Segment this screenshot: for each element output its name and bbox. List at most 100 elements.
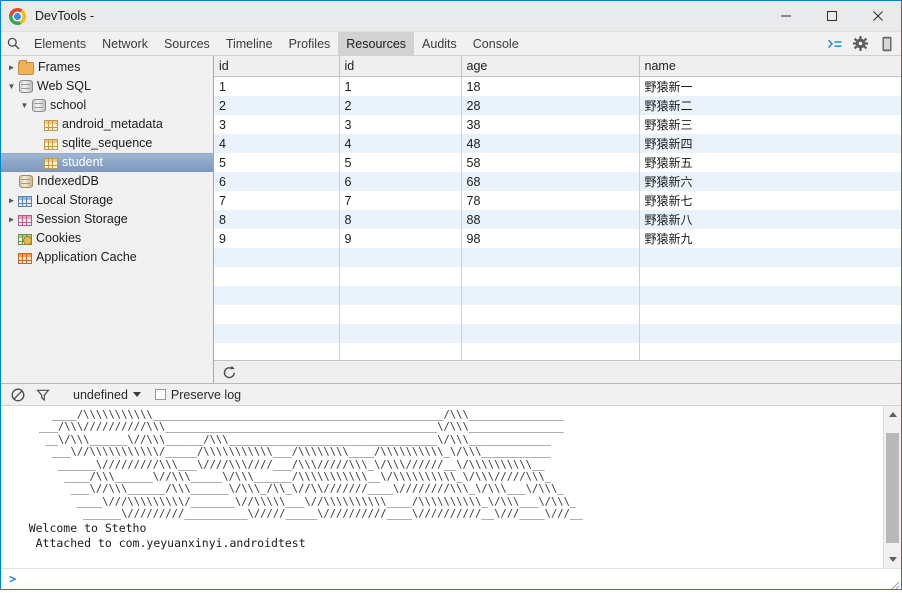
table-row[interactable]: 9 9 98 野猿新九 [214, 229, 901, 248]
table-row-empty[interactable] [214, 324, 901, 343]
table-cell[interactable]: 6 [339, 172, 462, 191]
chevron-down-icon[interactable]: ▼ [5, 82, 18, 91]
table-cell-empty[interactable] [461, 343, 640, 360]
table-cell[interactable]: 野猿新八 [639, 210, 901, 229]
sidebar-item-local-storage[interactable]: ► Local Storage [1, 191, 213, 210]
filter-funnel-icon[interactable] [34, 386, 51, 403]
table-cell[interactable]: 28 [461, 96, 640, 115]
search-icon[interactable] [1, 32, 26, 55]
console-scrollbar[interactable] [883, 406, 901, 568]
sidebar-item-indexeddb[interactable]: IndexedDB [1, 172, 213, 191]
tab-console[interactable]: Console [465, 32, 527, 55]
table-cell-empty[interactable] [214, 286, 340, 305]
table-cell[interactable]: 3 [339, 115, 462, 134]
tab-network[interactable]: Network [94, 32, 156, 55]
tab-elements[interactable]: Elements [26, 32, 94, 55]
table-cell-empty[interactable] [339, 324, 462, 343]
table-row[interactable]: 5 5 58 野猿新五 [214, 153, 901, 172]
sidebar-item-session-storage[interactable]: ► Session Storage [1, 210, 213, 229]
console-prompt-icon[interactable] [826, 35, 843, 52]
table-cell-empty[interactable] [639, 305, 901, 324]
table-cell[interactable]: 野猿新五 [639, 153, 901, 172]
table-cell-empty[interactable] [639, 267, 901, 286]
table-cell-empty[interactable] [214, 324, 340, 343]
table-cell-empty[interactable] [461, 248, 640, 267]
table-cell-empty[interactable] [461, 286, 640, 305]
preserve-log-checkbox[interactable] [154, 389, 166, 400]
dock-device-icon[interactable] [878, 35, 895, 52]
table-cell-empty[interactable] [639, 324, 901, 343]
table-cell[interactable]: 7 [339, 191, 462, 210]
table-row[interactable]: 7 7 78 野猿新七 [214, 191, 901, 210]
chevron-down-icon[interactable]: ▼ [18, 101, 31, 110]
table-row-empty[interactable] [214, 286, 901, 305]
tab-timeline[interactable]: Timeline [218, 32, 281, 55]
table-cell-empty[interactable] [639, 286, 901, 305]
table-cell[interactable]: 1 [214, 76, 340, 96]
table-cell[interactable]: 4 [339, 134, 462, 153]
sidebar-item-sqlite-sequence[interactable]: sqlite_sequence [1, 134, 213, 153]
chevron-right-icon[interactable]: ► [5, 196, 18, 205]
table-cell[interactable]: 7 [214, 191, 340, 210]
sidebar-item-android-metadata[interactable]: android_metadata [1, 115, 213, 134]
sidebar-item-student[interactable]: student [1, 153, 213, 172]
scrollbar-thumb[interactable] [886, 433, 899, 543]
table-row[interactable]: 6 6 68 野猿新六 [214, 172, 901, 191]
sidebar-item-web-sql[interactable]: ▼ Web SQL [1, 77, 213, 96]
table-cell-empty[interactable] [214, 267, 340, 286]
table-cell-empty[interactable] [339, 267, 462, 286]
scrollbar-track[interactable] [884, 423, 901, 551]
table-cell-empty[interactable] [461, 305, 640, 324]
table-row[interactable]: 8 8 88 野猿新八 [214, 210, 901, 229]
column-header-age[interactable]: age [461, 56, 640, 77]
table-cell[interactable]: 38 [461, 115, 640, 134]
sidebar-item-frames[interactable]: ► Frames [1, 58, 213, 77]
table-cell[interactable]: 野猿新四 [639, 134, 901, 153]
tab-sources[interactable]: Sources [156, 32, 218, 55]
tab-audits[interactable]: Audits [414, 32, 465, 55]
table-cell[interactable]: 9 [339, 229, 462, 248]
table-row-empty[interactable] [214, 305, 901, 324]
table-row-empty[interactable] [214, 267, 901, 286]
table-cell[interactable]: 野猿新一 [639, 76, 901, 96]
table-cell[interactable]: 8 [339, 210, 462, 229]
table-cell-empty[interactable] [339, 343, 462, 360]
table-row-empty[interactable] [214, 343, 901, 360]
sidebar-item-cookies[interactable]: Cookies [1, 229, 213, 248]
table-cell[interactable]: 5 [214, 153, 340, 172]
chevron-right-icon[interactable]: ► [5, 63, 18, 72]
console-prompt[interactable]: > [1, 568, 901, 589]
column-header-id2[interactable]: id [339, 56, 462, 77]
table-cell[interactable]: 6 [214, 172, 340, 191]
table-cell[interactable]: 9 [214, 229, 340, 248]
table-cell-empty[interactable] [461, 324, 640, 343]
refresh-icon[interactable] [221, 364, 237, 380]
table-cell[interactable]: 58 [461, 153, 640, 172]
table-row[interactable]: 3 3 38 野猿新三 [214, 115, 901, 134]
minimize-button[interactable] [763, 1, 809, 31]
table-cell[interactable]: 88 [461, 210, 640, 229]
resources-tree[interactable]: ► Frames ▼ Web SQL ▼ school android_meta… [1, 56, 214, 383]
table-cell[interactable]: 48 [461, 134, 640, 153]
table-cell-empty[interactable] [214, 343, 340, 360]
table-cell[interactable]: 野猿新九 [639, 229, 901, 248]
table-cell-empty[interactable] [461, 267, 640, 286]
table-cell-empty[interactable] [214, 305, 340, 324]
table-cell[interactable]: 5 [339, 153, 462, 172]
gear-icon[interactable] [852, 35, 869, 52]
maximize-button[interactable] [809, 1, 855, 31]
console-context-select[interactable]: undefined [73, 388, 141, 402]
resize-grip[interactable] [891, 579, 900, 590]
table-cell[interactable]: 野猿新七 [639, 191, 901, 210]
column-header-id1[interactable]: id [214, 56, 340, 77]
table-cell-empty[interactable] [639, 248, 901, 267]
table-row[interactable]: 1 1 18 野猿新一 [214, 76, 901, 96]
table-cell[interactable]: 4 [214, 134, 340, 153]
sidebar-item-school[interactable]: ▼ school [1, 96, 213, 115]
table-cell[interactable]: 野猿新六 [639, 172, 901, 191]
close-button[interactable] [855, 1, 901, 31]
table-cell-empty[interactable] [339, 248, 462, 267]
table-cell-empty[interactable] [339, 305, 462, 324]
table-cell[interactable]: 78 [461, 191, 640, 210]
table-cell-empty[interactable] [214, 248, 340, 267]
